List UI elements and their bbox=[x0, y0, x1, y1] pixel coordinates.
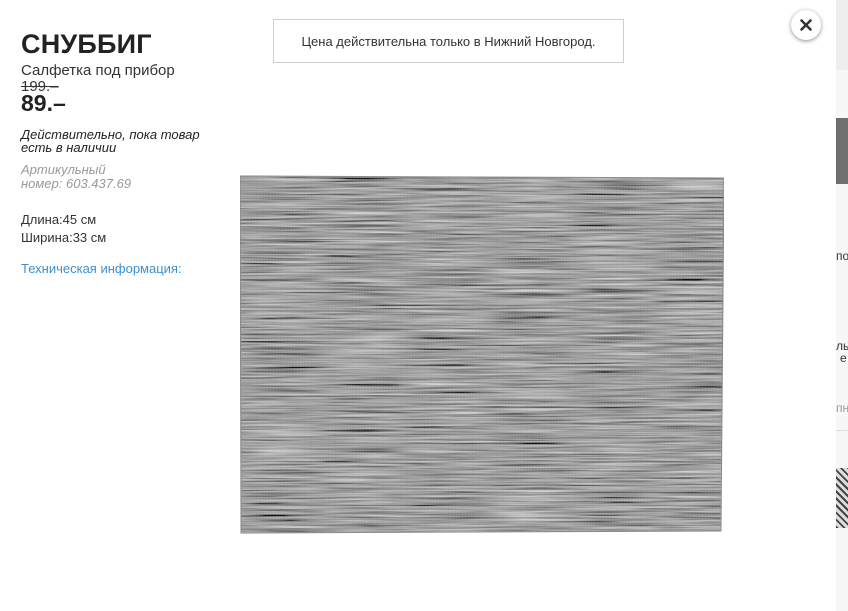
notice-text: Цена действительна только в Нижний Новго… bbox=[301, 33, 596, 49]
article-number: 603.437.69 bbox=[66, 176, 132, 191]
close-icon bbox=[799, 18, 813, 32]
background-product-image bbox=[836, 468, 848, 528]
product-title: СНУББИГ bbox=[21, 29, 152, 59]
product-description: Салфетка под прибор bbox=[21, 62, 175, 79]
article-prefix: номер: bbox=[21, 176, 63, 191]
dimension-width: Ширина:33 см bbox=[21, 230, 107, 245]
dimension-length: Длина:45 см bbox=[21, 212, 97, 227]
background-text-fragment: по bbox=[836, 249, 848, 263]
article-label: Артикульный bbox=[21, 162, 106, 177]
price-region-notice: Цена действительна только в Нижний Новго… bbox=[273, 19, 624, 63]
availability-line: есть в наличии bbox=[21, 140, 117, 155]
background-product-image bbox=[836, 118, 848, 184]
background-page: по ль е пн bbox=[836, 0, 848, 611]
availability-note: Действительно, пока товар есть в наличии bbox=[21, 128, 201, 154]
close-button[interactable] bbox=[791, 10, 821, 40]
background-text-fragment: е bbox=[840, 351, 847, 365]
article-number-block: Артикульный номер: 603.437.69 bbox=[21, 163, 201, 191]
product-popup: СНУББИГ Салфетка под прибор 199.– 89.– Д… bbox=[0, 0, 836, 611]
technical-info-link[interactable]: Техническая информация: bbox=[21, 261, 182, 276]
article-number-line: номер: 603.437.69 bbox=[21, 177, 201, 191]
background-header bbox=[836, 0, 848, 70]
background-divider bbox=[836, 430, 848, 431]
current-price: 89.– bbox=[21, 90, 66, 116]
placemat-image bbox=[240, 175, 724, 534]
dimensions: Длина:45 см Ширина:33 см bbox=[21, 211, 106, 247]
background-text-fragment: пн bbox=[836, 401, 848, 415]
